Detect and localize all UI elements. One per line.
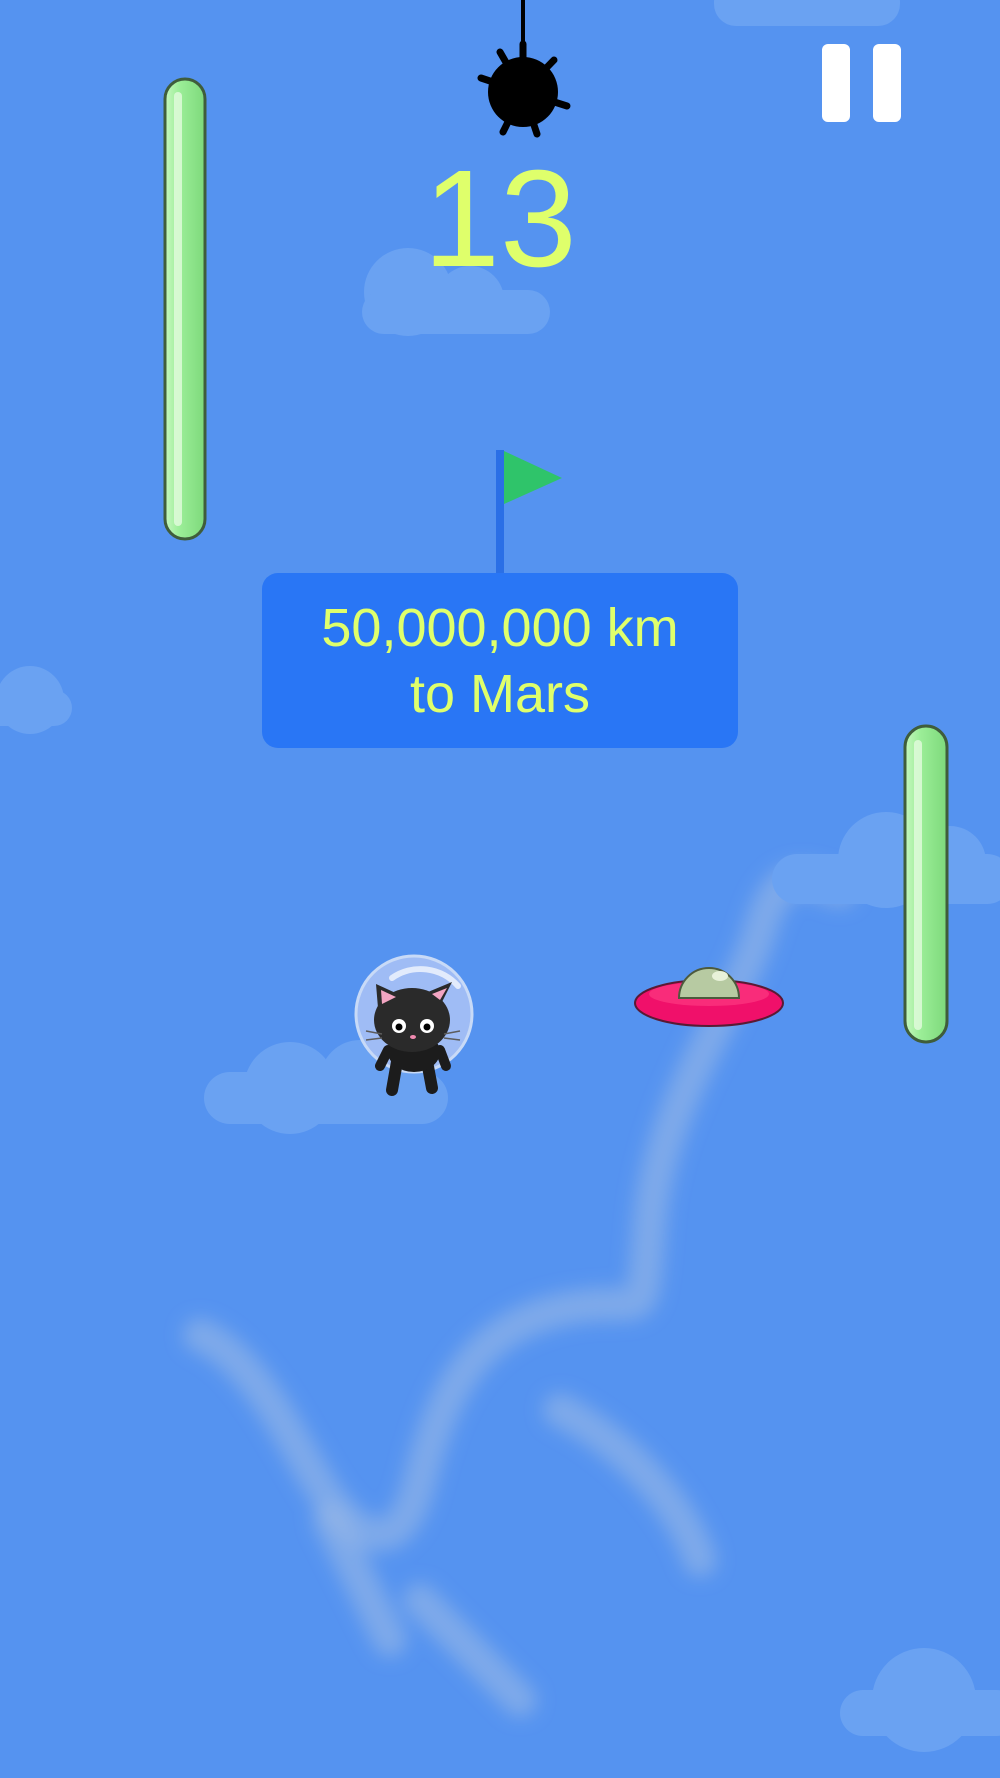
milestone-sign: 50,000,000 km to Mars — [262, 573, 738, 748]
milestone-distance: 50,000,000 km — [321, 597, 679, 658]
right-pillar — [903, 724, 949, 1044]
game-stage[interactable]: 13 50,000,000 km to Mars — [0, 0, 1000, 1778]
milestone-destination: to Mars — [409, 663, 591, 724]
cloud — [714, 0, 900, 26]
pause-button[interactable] — [818, 44, 904, 126]
pause-icon — [873, 44, 901, 122]
pause-icon — [822, 44, 850, 122]
left-pillar — [163, 77, 207, 541]
score-counter: 13 — [423, 142, 577, 296]
